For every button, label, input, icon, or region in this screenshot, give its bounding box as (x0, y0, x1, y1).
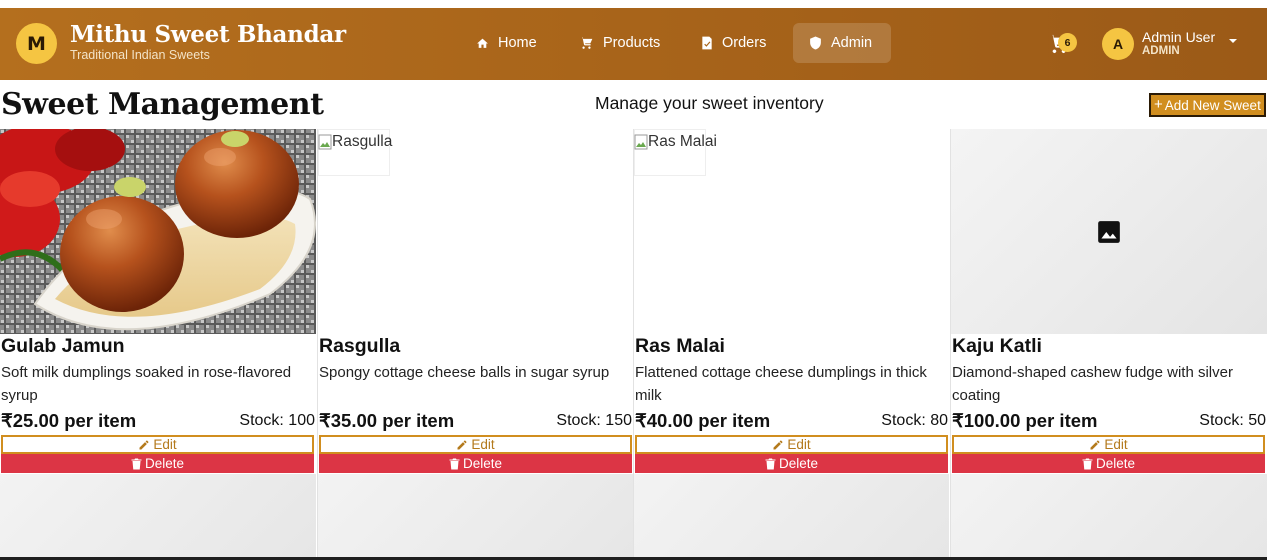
broken-image-icon (634, 134, 648, 150)
sweet-card: Ras Malai Ras Malai Flattened cottage ch… (633, 129, 949, 560)
sweet-card: Kaju Katli Diamond-shaped cashew fudge w… (950, 129, 1267, 560)
delete-label: Delete (1095, 456, 1136, 471)
delete-button[interactable]: Delete (635, 454, 948, 473)
sweet-stock: Stock: 80 (881, 412, 948, 429)
trash-icon (449, 458, 460, 469)
delete-button[interactable]: Delete (1, 454, 314, 473)
sweet-stock: Stock: 150 (556, 412, 632, 429)
trash-icon (131, 458, 142, 469)
user-role: ADMIN (1142, 45, 1180, 57)
plus-icon: + (1154, 96, 1163, 113)
brand[interactable]: Mithu Sweet Bhandar Traditional Indian S… (70, 21, 346, 62)
sweet-name: Rasgulla (319, 335, 401, 357)
sweet-price: ₹25.00 per item (1, 410, 137, 431)
nav-orders[interactable]: Orders (685, 23, 782, 63)
nav-admin[interactable]: Admin (793, 23, 891, 63)
nav-home[interactable]: Home (460, 23, 553, 63)
shield-icon (810, 36, 821, 50)
delete-button[interactable]: Delete (319, 454, 632, 473)
top-strip (0, 0, 1267, 8)
sweet-description: Spongy cottage cheese balls in sugar syr… (319, 364, 610, 381)
sweet-grid: Gulab Jamun Soft milk dumplings soaked i… (0, 129, 1267, 560)
sweet-card: Rasgulla Rasgulla Spongy cottage cheese … (317, 129, 633, 560)
brand-logo[interactable]: M (16, 23, 57, 64)
pencil-icon (1090, 440, 1100, 449)
broken-image: Rasgulla (318, 133, 392, 151)
trash-icon (1082, 458, 1093, 469)
broken-image-icon (318, 134, 332, 150)
sweet-price: ₹100.00 per item (952, 410, 1098, 431)
page-header: Sweet Management Manage your sweet inven… (0, 84, 1267, 126)
edit-label: Edit (787, 437, 811, 452)
card-footer-placeholder (634, 474, 949, 560)
add-new-sweet-button[interactable]: + Add New Sweet (1149, 93, 1266, 117)
pencil-icon (457, 440, 467, 449)
edit-label: Edit (153, 437, 177, 452)
edit-button[interactable]: Edit (952, 435, 1265, 454)
gulab-jamun-photo (0, 129, 316, 334)
sweet-price: ₹40.00 per item (635, 410, 771, 431)
edit-label: Edit (1104, 437, 1128, 452)
nav-admin-label: Admin (831, 35, 873, 51)
nav-products[interactable]: Products (563, 23, 676, 63)
sweet-price: ₹35.00 per item (319, 410, 455, 431)
broken-image-alt: Rasgulla (332, 133, 393, 150)
user-name: Admin User (1142, 29, 1216, 45)
sweet-description: Flattened cottage cheese dumplings in th… (635, 364, 927, 404)
edit-button[interactable]: Edit (1, 435, 314, 454)
brand-title[interactable]: Mithu Sweet Bhandar (70, 21, 346, 48)
edit-button[interactable]: Edit (635, 435, 948, 454)
user-info: Admin User ADMIN (1142, 30, 1215, 58)
sweet-stock: Stock: 100 (239, 412, 315, 429)
home-icon (477, 38, 488, 48)
caret-down-icon (1229, 39, 1237, 43)
sweet-card: Gulab Jamun Soft milk dumplings soaked i… (0, 129, 316, 560)
avatar: A (1102, 28, 1134, 60)
broken-image-alt: Ras Malai (648, 133, 717, 150)
delete-label: Delete (144, 456, 185, 471)
sweet-image: Rasgulla (318, 129, 633, 334)
page-subtitle: Manage your sweet inventory (595, 93, 824, 113)
card-footer-placeholder (951, 474, 1267, 560)
card-footer-placeholder (0, 474, 316, 560)
sweet-description: Diamond-shaped cashew fudge with silver … (952, 364, 1233, 404)
edit-label: Edit (471, 437, 495, 452)
sweet-image (0, 129, 316, 334)
delete-button[interactable]: Delete (952, 454, 1265, 473)
nav-products-label: Products (603, 35, 661, 51)
trash-icon (765, 458, 776, 469)
card-footer-placeholder (318, 474, 633, 560)
brand-subtitle: Traditional Indian Sweets (70, 48, 210, 62)
sweet-image (951, 129, 1267, 334)
pencil-icon (139, 440, 149, 449)
cart-count-badge: 6 (1058, 33, 1077, 52)
user-menu[interactable]: A Admin User ADMIN (1102, 28, 1237, 60)
broken-image: Ras Malai (634, 133, 717, 151)
sweet-stock: Stock: 50 (1199, 412, 1266, 429)
image-placeholder (951, 129, 1267, 334)
receipt-icon (702, 36, 712, 50)
edit-button[interactable]: Edit (319, 435, 632, 454)
image-placeholder-icon (1098, 220, 1120, 243)
sweet-name: Ras Malai (635, 335, 725, 357)
add-new-sweet-label: Add New Sweet (1164, 97, 1261, 113)
delete-label: Delete (778, 456, 819, 471)
sweet-description: Soft milk dumplings soaked in rose-flavo… (1, 364, 292, 404)
sweet-name: Kaju Katli (952, 335, 1042, 357)
delete-label: Delete (462, 456, 503, 471)
page-title: Sweet Management (1, 87, 324, 122)
sweet-name: Gulab Jamun (1, 335, 125, 357)
nav-orders-label: Orders (722, 35, 767, 51)
pencil-icon (773, 440, 783, 449)
cart-icon (580, 37, 593, 49)
sweet-image: Ras Malai (634, 129, 949, 334)
navbar: M Mithu Sweet Bhandar Traditional Indian… (0, 8, 1267, 80)
nav-home-label: Home (498, 35, 537, 51)
